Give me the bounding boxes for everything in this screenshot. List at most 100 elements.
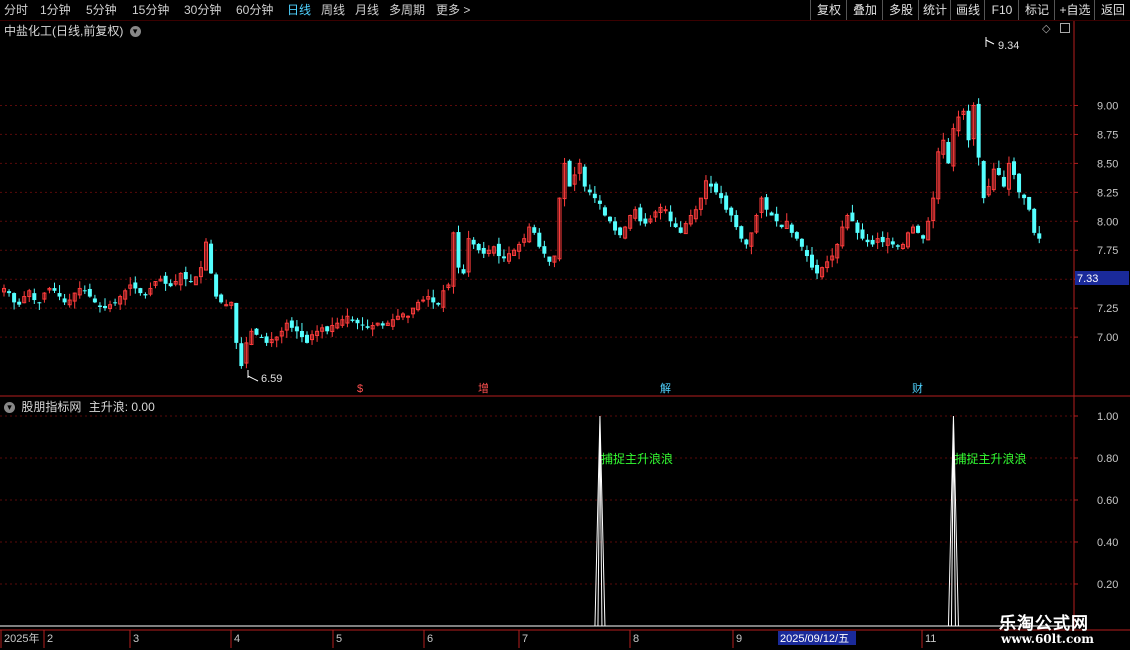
candle-down [547,256,552,262]
tab-monthly[interactable]: 月线 [355,2,379,18]
candle-down [895,245,900,247]
price-tick-label: 7.00 [1097,332,1118,344]
event-marker[interactable]: 增 [478,381,489,395]
time-label: 5 [336,633,342,645]
tab-daily[interactable]: 日线 [287,2,311,18]
grid-lines [0,104,1074,585]
candle-down [325,326,330,332]
price-tick-label: 9.00 [1097,100,1118,112]
event-marker[interactable]: 财 [912,381,923,395]
candle-down [890,241,895,245]
tab-1min[interactable]: 1分钟 [40,2,71,18]
candle-down [804,250,809,257]
candle-down [17,301,22,305]
candle-down [168,283,173,287]
indicator-title: ▾ 股朋指标网 主升浪: 0.00 [4,398,155,415]
price-tick-label: 8.25 [1097,187,1118,199]
candle-down [7,291,12,294]
candle-down [815,264,820,274]
candle-down [916,225,921,233]
indicator-tick-label: 0.20 [1097,579,1118,591]
candle-down [613,221,618,231]
candle-down [587,189,592,193]
stats-button[interactable]: 统计 [918,0,951,20]
candle-down [57,293,62,297]
candle-up [406,315,410,318]
candle-down [734,214,739,228]
watermark-logo: 乐淘公式网 www.60lt.com [975,605,1130,650]
candle-down [62,298,67,303]
candle-down [92,298,97,303]
price-tick-label: 8.50 [1097,158,1118,170]
candle-down [501,256,506,259]
candle-down [597,200,602,204]
candle-down [643,218,648,224]
indicator-series-value: 0.00 [131,400,155,414]
signal-label: 捕捉主升浪浪 [954,451,1026,466]
tab-60min[interactable]: 60分钟 [236,2,273,18]
tab-multi-period[interactable]: 多周期 [389,2,425,18]
stock-title: 中盐化工(日线,前复权) ▾ [4,22,141,39]
tab-timeshare[interactable]: 分时 [4,2,28,18]
candle-down [299,330,304,338]
candle-down [850,212,855,222]
candle-down [719,193,724,199]
time-label: 6 [427,633,433,645]
add-watchlist-button[interactable]: +自选 [1054,0,1095,20]
candle-down [602,207,607,216]
candle-down [163,275,168,284]
back-button[interactable]: 返回 [1094,0,1130,20]
candle-down [764,197,769,210]
kline-chart[interactable]: 9.34 6.59 $ 增 解 财 捕捉主升浪浪 捕捉主升浪浪 9.00 8.75 8.50 8.… [0,0,1130,650]
candle-down [592,193,597,199]
candle-down [496,243,501,257]
tab-30min[interactable]: 30分钟 [184,2,221,18]
candle-down [739,226,744,239]
draw-line-button[interactable]: 画线 [950,0,985,20]
candle-down [532,227,537,233]
signal-label: 捕捉主升浪浪 [601,451,673,466]
candle-down [350,319,355,321]
tab-5min[interactable]: 5分钟 [86,2,117,18]
candle-down [779,224,784,228]
tab-15min[interactable]: 15分钟 [132,2,169,18]
chevron-down-icon[interactable]: ▾ [4,402,15,414]
indicator-spikes: 捕捉主升浪浪 捕捉主升浪浪 [0,415,1074,627]
time-label: 11 [925,633,936,645]
more-label: 更多 [436,3,461,17]
event-marker[interactable]: 解 [660,381,671,395]
tab-weekly[interactable]: 周线 [321,2,345,18]
candle-down [456,232,461,268]
multi-stock-button[interactable]: 多股 [882,0,919,20]
candle-down [996,168,1001,175]
high-label: 9.34 [998,40,1019,52]
candle-down [582,166,587,187]
candle-down [799,238,804,247]
candle-down [860,229,865,239]
price-tick-label: 7.25 [1097,303,1118,315]
candle-down [810,254,814,268]
tab-more[interactable]: 更多 > [436,2,470,18]
candle-down [537,232,542,247]
candle-down [37,302,42,304]
candle-down [481,247,486,254]
f10-button[interactable]: F10 [984,0,1019,20]
candle-down [638,207,643,222]
fuquan-button[interactable]: 复权 [810,0,847,20]
candle-down [668,211,673,222]
overlay-button[interactable]: 叠加 [846,0,883,20]
candle-down [966,110,971,141]
candle-down [855,222,860,233]
candle-down [1027,196,1032,210]
candle-down [1037,233,1042,239]
diamond-icon[interactable]: ◇ [1042,22,1050,35]
indicator-source: 股朋指标网 [21,400,82,414]
candle-down [567,160,572,187]
window-toggle-icon[interactable] [1060,23,1070,33]
candle-down [880,236,885,243]
candle-down [673,223,678,228]
candle-down [981,161,986,199]
mark-button[interactable]: 标记 [1018,0,1055,20]
event-marker[interactable]: $ [357,383,363,395]
chevron-down-icon[interactable]: ▾ [129,26,141,38]
